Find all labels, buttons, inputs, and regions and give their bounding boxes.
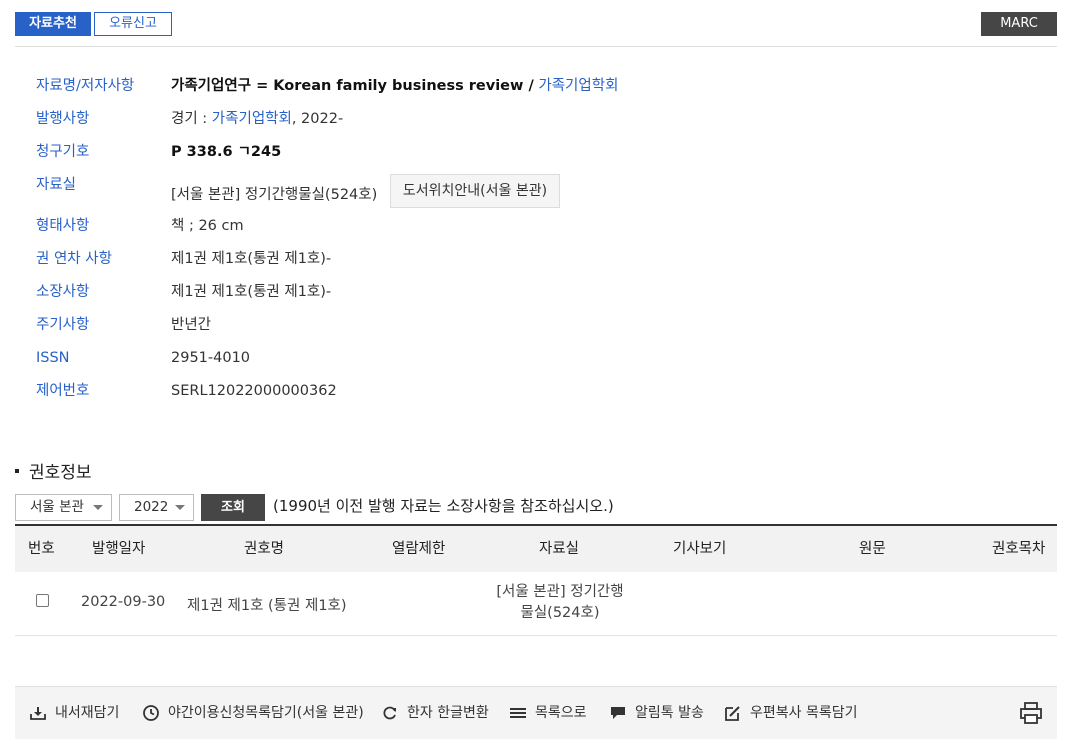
title-main: 가족기업연구 = Korean family business review / xyxy=(171,78,534,94)
table-row: 2022-09-30 제1권 제1호 (통권 제1호) [서울 본관] 정기간행… xyxy=(15,572,1057,636)
detail-row-title: 자료명/저자사항 가족기업연구 = Korean family business… xyxy=(36,75,1036,108)
top-divider xyxy=(15,46,1057,47)
issue-room-line1: [서울 본관] 정기간행 xyxy=(496,584,624,600)
action-label: 알림톡 발송 xyxy=(635,705,704,721)
col-header: 번호 xyxy=(28,541,55,557)
note-label: 주기사항 xyxy=(36,317,90,333)
list-icon xyxy=(510,708,526,718)
col-header: 자료실 xyxy=(539,541,580,557)
bibliographic-detail: 자료명/저자사항 가족기업연구 = Korean family business… xyxy=(36,75,1036,413)
col-header: 열람제한 xyxy=(392,541,446,557)
title-value: 가족기업연구 = Korean family business review /… xyxy=(171,75,618,97)
title-label: 자료명/저자사항 xyxy=(36,78,135,94)
search-button[interactable]: 조회 xyxy=(201,494,265,521)
volume-value: 제1권 제1호(통권 제1호)- xyxy=(171,251,332,267)
form-value: 책 ; 26 cm xyxy=(171,218,244,234)
room-value: [서울 본관] 정기간행물실(524호) 도서위치안내(서울 본관) xyxy=(171,174,561,212)
refresh-icon xyxy=(383,706,396,720)
publish-prefix: 경기 : xyxy=(171,111,208,127)
call-number-value: P 338.6 ㄱ245 xyxy=(171,141,281,163)
col-header: 권호명 xyxy=(244,541,285,557)
year-select-value: 2022 xyxy=(134,499,169,515)
location-guide-button[interactable]: 도서위치안내(서울 본관) xyxy=(389,174,561,208)
control-number-label: 제어번호 xyxy=(36,383,90,399)
issue-name: 제1권 제1호 (통권 제1호) xyxy=(187,598,347,614)
year-select[interactable]: 2022 xyxy=(119,494,194,521)
col-header: 발행일자 xyxy=(92,541,146,557)
room-text: [서울 본관] 정기간행물실(524호) xyxy=(171,187,378,203)
call-number-label: 청구기호 xyxy=(36,144,90,160)
volume-label: 권 연차 사항 xyxy=(36,251,112,267)
clock-icon xyxy=(143,705,159,721)
issue-date: 2022-09-30 xyxy=(81,594,166,610)
col-header: 기사보기 xyxy=(673,541,727,557)
branch-select-value: 서울 본관 xyxy=(30,499,84,515)
marc-button[interactable]: MARC xyxy=(981,12,1057,36)
issue-room: [서울 본관] 정기간행 물실(524호) xyxy=(445,582,675,624)
bottom-action-bar: 내서재담기 야간이용신청목록담기(서울 본관) 한자 한글변환 목록으로 알림톡… xyxy=(15,686,1057,739)
holdings-title-text: 권호정보 xyxy=(29,463,92,483)
catalog-detail-page: 자료추천 오류신고 MARC 자료명/저자사항 가족기업연구 = Korean … xyxy=(0,0,1090,752)
detail-row-issn: ISSN 2951-4010 xyxy=(36,347,1036,380)
detail-row-holding: 소장사항 제1권 제1호(통권 제1호)- xyxy=(36,281,1036,314)
detail-row-volume: 권 연차 사항 제1권 제1호(통권 제1호)- xyxy=(36,248,1036,281)
tray-download-icon xyxy=(30,707,46,720)
action-label: 야간이용신청목록담기(서울 본관) xyxy=(168,705,364,721)
form-label: 형태사항 xyxy=(36,218,90,234)
recommend-button[interactable]: 자료추천 xyxy=(15,12,91,36)
holding-value: 제1권 제1호(통권 제1호)- xyxy=(171,284,332,300)
chevron-down-icon xyxy=(175,505,185,510)
chevron-down-icon xyxy=(93,505,103,510)
control-number-value: SERL12022000000362 xyxy=(171,383,337,399)
col-header: 원문 xyxy=(859,541,886,557)
edit-box-icon xyxy=(725,706,740,721)
report-error-button[interactable]: 오류신고 xyxy=(94,12,172,36)
publish-label: 발행사항 xyxy=(36,111,90,127)
branch-select[interactable]: 서울 본관 xyxy=(15,494,112,521)
detail-row-note: 주기사항 반년간 xyxy=(36,314,1036,347)
action-label: 내서재담기 xyxy=(55,705,120,721)
publish-suffix: , 2022- xyxy=(291,111,344,127)
row-checkbox[interactable] xyxy=(36,594,49,607)
detail-row-call-number: 청구기호 P 338.6 ㄱ245 xyxy=(36,141,1036,174)
publisher-link[interactable]: 가족기업학회 xyxy=(212,111,292,127)
holdings-table-header: 번호 발행일자 권호명 열람제한 자료실 기사보기 원문 권호목차 xyxy=(15,524,1057,572)
bullet-icon xyxy=(15,469,19,473)
issn-label: ISSN xyxy=(36,350,70,366)
note-value: 반년간 xyxy=(171,317,212,333)
col-header: 권호목차 xyxy=(992,541,1046,557)
action-label: 목록으로 xyxy=(535,705,587,721)
action-label: 한자 한글변환 xyxy=(407,705,489,721)
detail-row-publish: 발행사항 경기 : 가족기업학회, 2022- xyxy=(36,108,1036,141)
title-author-link[interactable]: 가족기업학회 xyxy=(538,78,618,94)
call-number-text: P 338.6 ㄱ245 xyxy=(171,144,282,160)
publish-value: 경기 : 가족기업학회, 2022- xyxy=(171,108,343,130)
top-action-bar: 자료추천 오류신고 MARC xyxy=(15,12,1057,37)
chat-bubble-icon xyxy=(611,707,625,719)
print-icon[interactable] xyxy=(1019,701,1043,725)
issue-room-line2: 물실(524호) xyxy=(520,605,600,621)
detail-row-control: 제어번호 SERL12022000000362 xyxy=(36,380,1036,413)
detail-row-room: 자료실 [서울 본관] 정기간행물실(524호) 도서위치안내(서울 본관) xyxy=(36,174,1036,215)
holding-label: 소장사항 xyxy=(36,284,90,300)
holdings-notice: (1990년 이전 발행 자료는 소장사항을 참조하십시오.) xyxy=(273,497,614,515)
holdings-section-title: 권호정보 xyxy=(15,458,92,483)
room-label: 자료실 xyxy=(36,177,77,193)
detail-row-form: 형태사항 책 ; 26 cm xyxy=(36,215,1036,248)
issn-value: 2951-4010 xyxy=(171,350,251,366)
action-label: 우편복사 목록담기 xyxy=(750,705,858,721)
